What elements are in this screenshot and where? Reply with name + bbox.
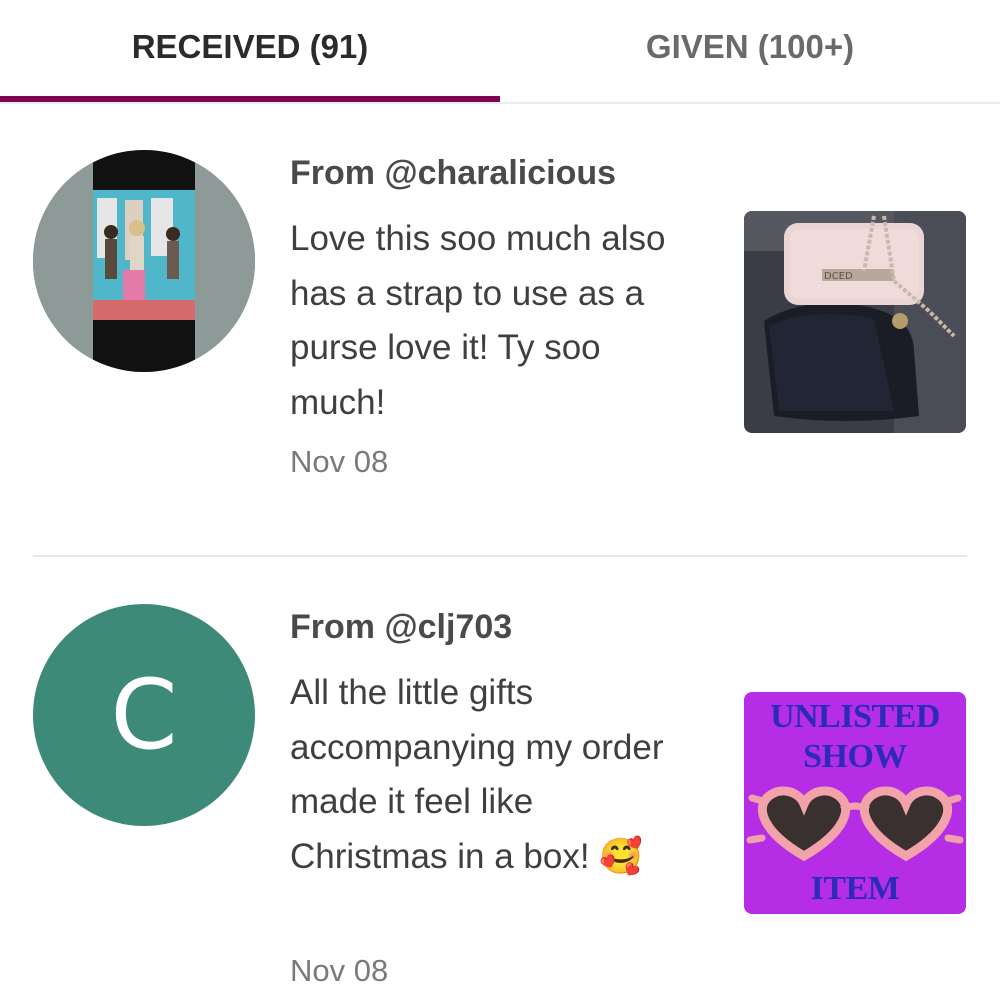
smiling-face-with-hearts-emoji: 🥰 bbox=[599, 836, 643, 877]
review-date: Nov 08 bbox=[290, 953, 389, 988]
thumbnail-text-line: SHOW bbox=[803, 738, 907, 775]
svg-text:DCED: DCED bbox=[824, 271, 853, 282]
tab-received-label: RECEIVED (91) bbox=[131, 28, 369, 65]
review-author: From @clj703 bbox=[290, 608, 512, 647]
author-handle-link[interactable]: @charalicious bbox=[384, 154, 616, 192]
avatar-photo-image bbox=[33, 150, 255, 372]
tab-received[interactable]: RECEIVED (91) bbox=[0, 0, 500, 102]
user-avatar[interactable]: C bbox=[33, 604, 255, 826]
review-divider bbox=[33, 555, 967, 557]
from-prefix: From bbox=[290, 154, 375, 192]
tab-given[interactable]: GIVEN (100+) bbox=[500, 0, 1000, 102]
from-prefix: From bbox=[290, 608, 375, 646]
thumbnail-text-line: ITEM bbox=[810, 870, 900, 907]
review-comment: All the little gifts accompanying my ord… bbox=[290, 666, 690, 884]
item-thumbnail[interactable]: DCED bbox=[744, 211, 966, 433]
review-date: Nov 08 bbox=[290, 444, 389, 479]
review-item: C From @clj703 All the little gifts acco… bbox=[0, 558, 1000, 1000]
feedback-tabs: RECEIVED (91) GIVEN (100+) bbox=[0, 0, 1000, 104]
pink-bag-photo: DCED bbox=[744, 211, 966, 433]
thumbnail-text-line: UNLISTED bbox=[770, 698, 940, 735]
active-tab-indicator bbox=[0, 96, 500, 102]
author-handle-link[interactable]: @clj703 bbox=[384, 608, 512, 646]
review-author: From @charalicious bbox=[290, 154, 616, 193]
avatar-letter: C bbox=[110, 659, 178, 771]
review-comment: Love this soo much also has a strap to u… bbox=[290, 219, 666, 422]
heart-sunglasses-icon bbox=[746, 786, 964, 862]
user-avatar[interactable] bbox=[33, 150, 255, 372]
item-thumbnail[interactable]: UNLISTED SHOW ITEM bbox=[744, 692, 966, 914]
tab-given-label: GIVEN (100+) bbox=[645, 28, 855, 65]
review-item: From @charalicious Love this soo much al… bbox=[0, 104, 1000, 556]
